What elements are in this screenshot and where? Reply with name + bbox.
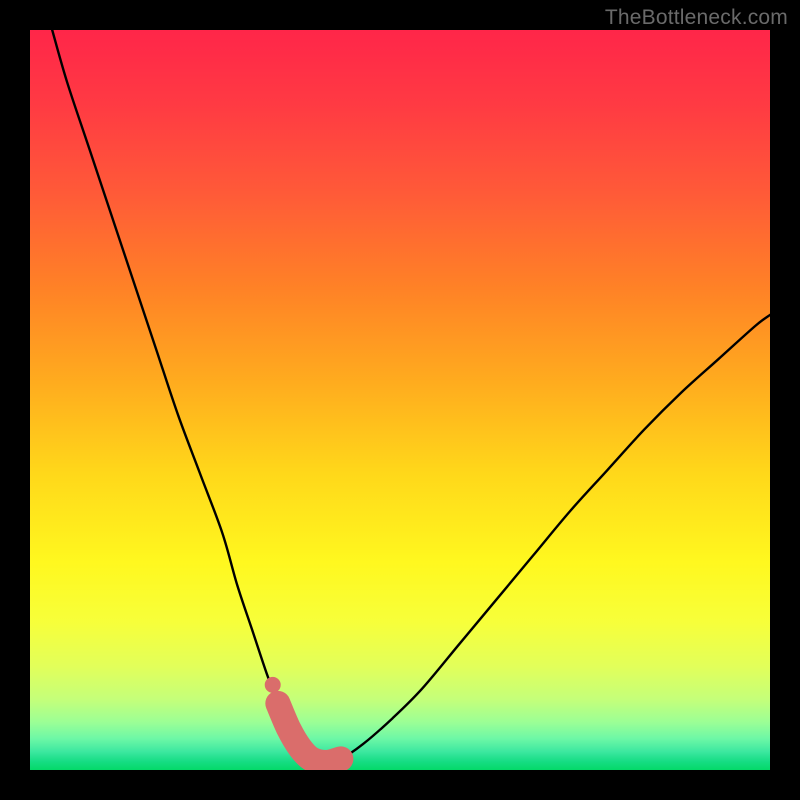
- watermark-text: TheBottleneck.com: [605, 6, 788, 30]
- marker-band: [278, 703, 341, 762]
- marker-dot: [265, 677, 281, 693]
- plot-frame: [30, 30, 770, 770]
- bottleneck-curve: [30, 30, 770, 770]
